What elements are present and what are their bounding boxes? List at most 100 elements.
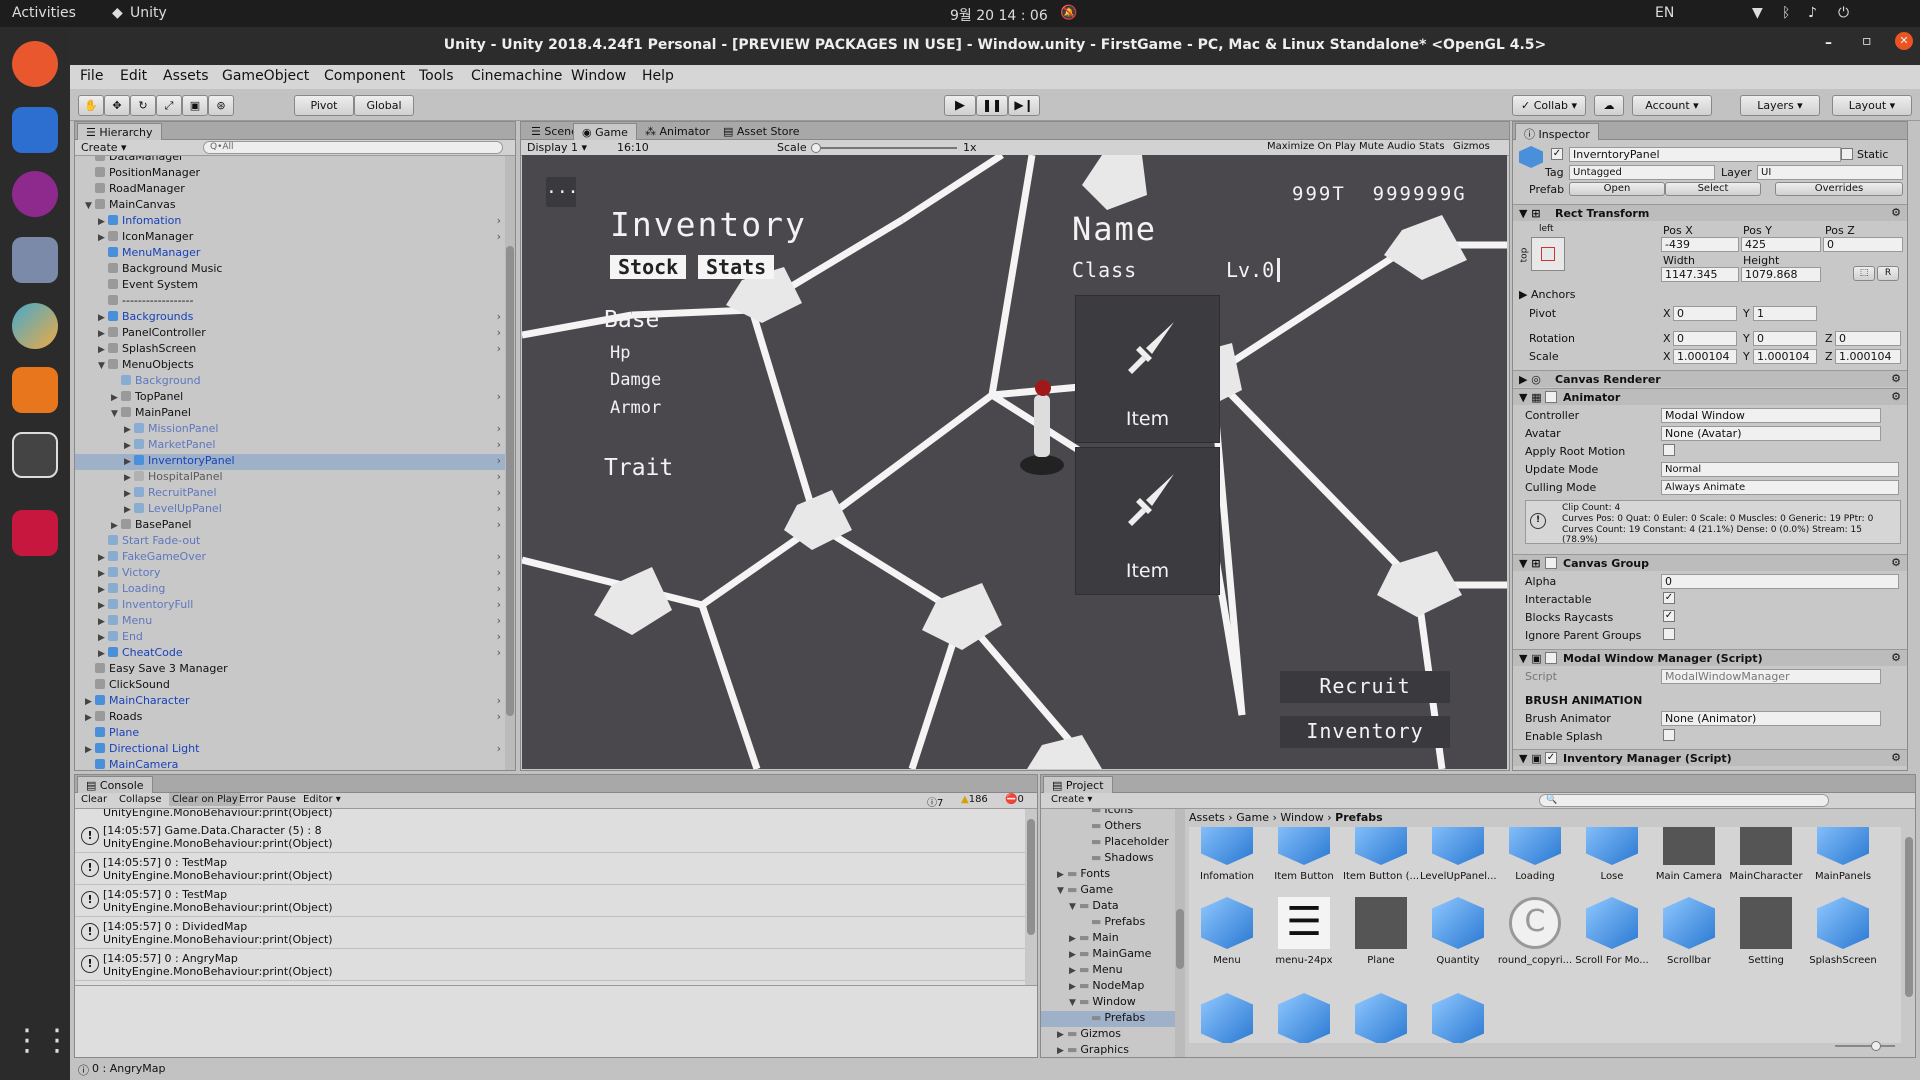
project-folder[interactable]: ▬ Placeholder — [1041, 835, 1175, 851]
hierarchy-item[interactable]: Start Fade-out — [75, 534, 505, 550]
prefab-open-chevron-icon[interactable]: › — [497, 342, 501, 355]
project-folder[interactable]: ▼ ▬ Window — [1041, 995, 1175, 1011]
menu-help[interactable]: Help — [642, 68, 674, 84]
hierarchy-item[interactable]: Easy Save 3 Manager — [75, 662, 505, 678]
hierarchy-foldout-arrow[interactable]: ▶ — [124, 473, 134, 483]
console-log-entry[interactable]: ! [14:05:57] 0 : TestMap UnityEngine.MonoB… — [75, 885, 1025, 917]
modal-script-enabled-checkbox[interactable] — [1545, 652, 1557, 664]
project-asset[interactable]: Scrollbar — [1651, 897, 1727, 966]
menu-window[interactable]: Window — [571, 68, 626, 84]
project-asset[interactable]: Item Button (... — [1343, 827, 1419, 882]
hierarchy-item[interactable]: RoadManager — [75, 182, 505, 198]
tab-inspector[interactable]: ⓘ Inspector — [1515, 123, 1599, 141]
hierarchy-foldout-arrow[interactable]: ▶ — [98, 633, 108, 643]
firefox-icon[interactable] — [12, 41, 58, 87]
console-scrollbar[interactable] — [1025, 809, 1037, 985]
hierarchy-foldout-arrow[interactable]: ▶ — [111, 393, 121, 403]
folder-foldout-arrow[interactable]: ▶ — [1069, 934, 1079, 944]
hierarchy-foldout-arrow[interactable]: ▶ — [111, 521, 121, 531]
hierarchy-item[interactable]: ▶ End › — [75, 630, 505, 646]
project-folder[interactable]: ▶ ▬ NodeMap — [1041, 979, 1175, 995]
scale-slider[interactable] — [811, 143, 957, 153]
breadcrumb-game[interactable]: Game — [1236, 811, 1269, 824]
console-clear-on-play-toggle[interactable]: Clear on Play — [169, 793, 241, 806]
canvas-group-header[interactable]: ▼ ⊞ Canvas Group ⚙ — [1513, 554, 1907, 571]
video-player-icon[interactable] — [12, 367, 58, 413]
hierarchy-item[interactable]: ▶ Victory › — [75, 566, 505, 582]
posx-input[interactable]: -439 — [1661, 237, 1739, 252]
project-asset[interactable] — [1189, 993, 1265, 1043]
rect-tool-icon[interactable]: ▣ — [182, 95, 208, 116]
alpha-input[interactable]: 0 — [1661, 574, 1899, 589]
hierarchy-foldout-arrow[interactable]: ▶ — [98, 569, 108, 579]
project-folder[interactable]: ▬ Shadows — [1041, 851, 1175, 867]
console-warning-count[interactable]: ▲186 — [961, 794, 988, 805]
inventory-button[interactable]: Inventory — [1280, 716, 1450, 748]
canvas-group-enabled-checkbox[interactable] — [1545, 557, 1557, 569]
tag-dropdown[interactable]: Untagged — [1569, 165, 1715, 180]
hierarchy-foldout-arrow[interactable]: ▶ — [98, 217, 108, 227]
inventory-manager-header[interactable]: ▼ ▣ ✓ Inventory Manager (Script) ⚙ — [1513, 749, 1907, 766]
avatar-field[interactable]: None (Avatar) — [1661, 426, 1881, 441]
menu-gameobject[interactable]: GameObject — [222, 68, 309, 84]
item-slot-2[interactable]: Item — [1075, 447, 1220, 595]
console-clear-button[interactable]: Clear — [81, 794, 107, 805]
culling-mode-dropdown[interactable]: Always Animate — [1661, 480, 1899, 495]
rotate-tool-icon[interactable]: ↻ — [130, 95, 156, 116]
controller-field[interactable]: Modal Window — [1661, 408, 1881, 423]
prefab-open-chevron-icon[interactable]: › — [497, 502, 501, 515]
layout-dropdown[interactable]: Layout ▾ — [1832, 95, 1912, 116]
rot-z-input[interactable]: 0 — [1835, 331, 1901, 346]
stats-toggle[interactable]: Stats — [1419, 141, 1445, 152]
hierarchy-foldout-arrow[interactable]: ▶ — [124, 425, 134, 435]
hierarchy-foldout-arrow[interactable]: ▶ — [124, 457, 134, 467]
power-icon[interactable]: ⏻ — [1838, 5, 1849, 21]
project-asset[interactable]: Setting — [1728, 897, 1804, 966]
hierarchy-item[interactable]: ▼ MenuObjects — [75, 358, 505, 374]
hierarchy-foldout-arrow[interactable]: ▶ — [98, 601, 108, 611]
breadcrumb-assets[interactable]: Assets — [1189, 811, 1225, 824]
hierarchy-foldout-arrow[interactable]: ▶ — [98, 313, 108, 323]
hierarchy-item[interactable]: MenuManager — [75, 246, 505, 262]
tab-animator[interactable]: ⁂ Animator — [637, 123, 718, 140]
hierarchy-item[interactable]: Background Music — [75, 262, 505, 278]
prefab-open-chevron-icon[interactable]: › — [497, 390, 501, 403]
prefab-open-chevron-icon[interactable]: › — [497, 550, 501, 563]
show-applications-icon[interactable]: ⋮⋮ — [12, 1023, 72, 1069]
hierarchy-item[interactable]: ------------------ — [75, 294, 505, 310]
hierarchy-foldout-arrow[interactable]: ▼ — [111, 409, 121, 419]
prefab-open-chevron-icon[interactable]: › — [497, 230, 501, 243]
hierarchy-item[interactable]: ▶ Loading › — [75, 582, 505, 598]
width-input[interactable]: 1147.345 — [1661, 267, 1739, 282]
prefab-open-chevron-icon[interactable]: › — [497, 422, 501, 435]
pivot-toggle[interactable]: Pivot — [294, 95, 354, 116]
prefab-open-chevron-icon[interactable]: › — [497, 310, 501, 323]
raw-edit-button[interactable]: R — [1877, 266, 1899, 281]
scale-tool-icon[interactable]: ⤢ — [156, 95, 182, 116]
component-settings-icon[interactable]: ⚙ — [1891, 206, 1901, 219]
prefab-open-chevron-icon[interactable]: › — [497, 454, 501, 467]
console-divider[interactable] — [75, 985, 1037, 986]
project-asset-scroll-thumb[interactable] — [1905, 837, 1913, 997]
breadcrumb-prefabs[interactable]: Prefabs — [1335, 811, 1383, 824]
component-settings-icon[interactable]: ⚙ — [1891, 751, 1901, 764]
maximize-on-play-toggle[interactable]: Maximize On Play — [1267, 141, 1356, 152]
modal-window-manager-header[interactable]: ▼ ▣ Modal Window Manager (Script) ⚙ — [1513, 649, 1907, 666]
scale-x-input[interactable]: 1.000104 — [1673, 349, 1737, 364]
display-dropdown[interactable]: Display 1 ▾ — [527, 141, 607, 154]
account-dropdown[interactable]: Account ▾ — [1632, 95, 1712, 116]
hierarchy-create-button[interactable]: Create ▾ — [81, 141, 127, 154]
hierarchy-item[interactable]: ▶ HospitalPanel › — [75, 470, 505, 486]
console-editor-dropdown[interactable]: Editor ▾ — [303, 794, 341, 805]
hierarchy-item[interactable]: ClickSound — [75, 678, 505, 694]
hierarchy-item[interactable]: ▶ FakeGameOver › — [75, 550, 505, 566]
project-folder[interactable]: ▬ Prefabs — [1041, 1011, 1175, 1027]
global-toggle[interactable]: Global — [354, 95, 414, 116]
prefab-open-chevron-icon[interactable]: › — [497, 710, 501, 723]
folder-foldout-arrow[interactable]: ▼ — [1069, 998, 1079, 1008]
folder-foldout-arrow[interactable]: ▶ — [1069, 950, 1079, 960]
project-asset[interactable] — [1343, 993, 1419, 1043]
icon-size-slider[interactable] — [1835, 1041, 1895, 1051]
tab-game[interactable]: ◉ Game — [573, 123, 637, 140]
hierarchy-item[interactable]: ▶ InverntoryPanel › — [75, 454, 505, 470]
